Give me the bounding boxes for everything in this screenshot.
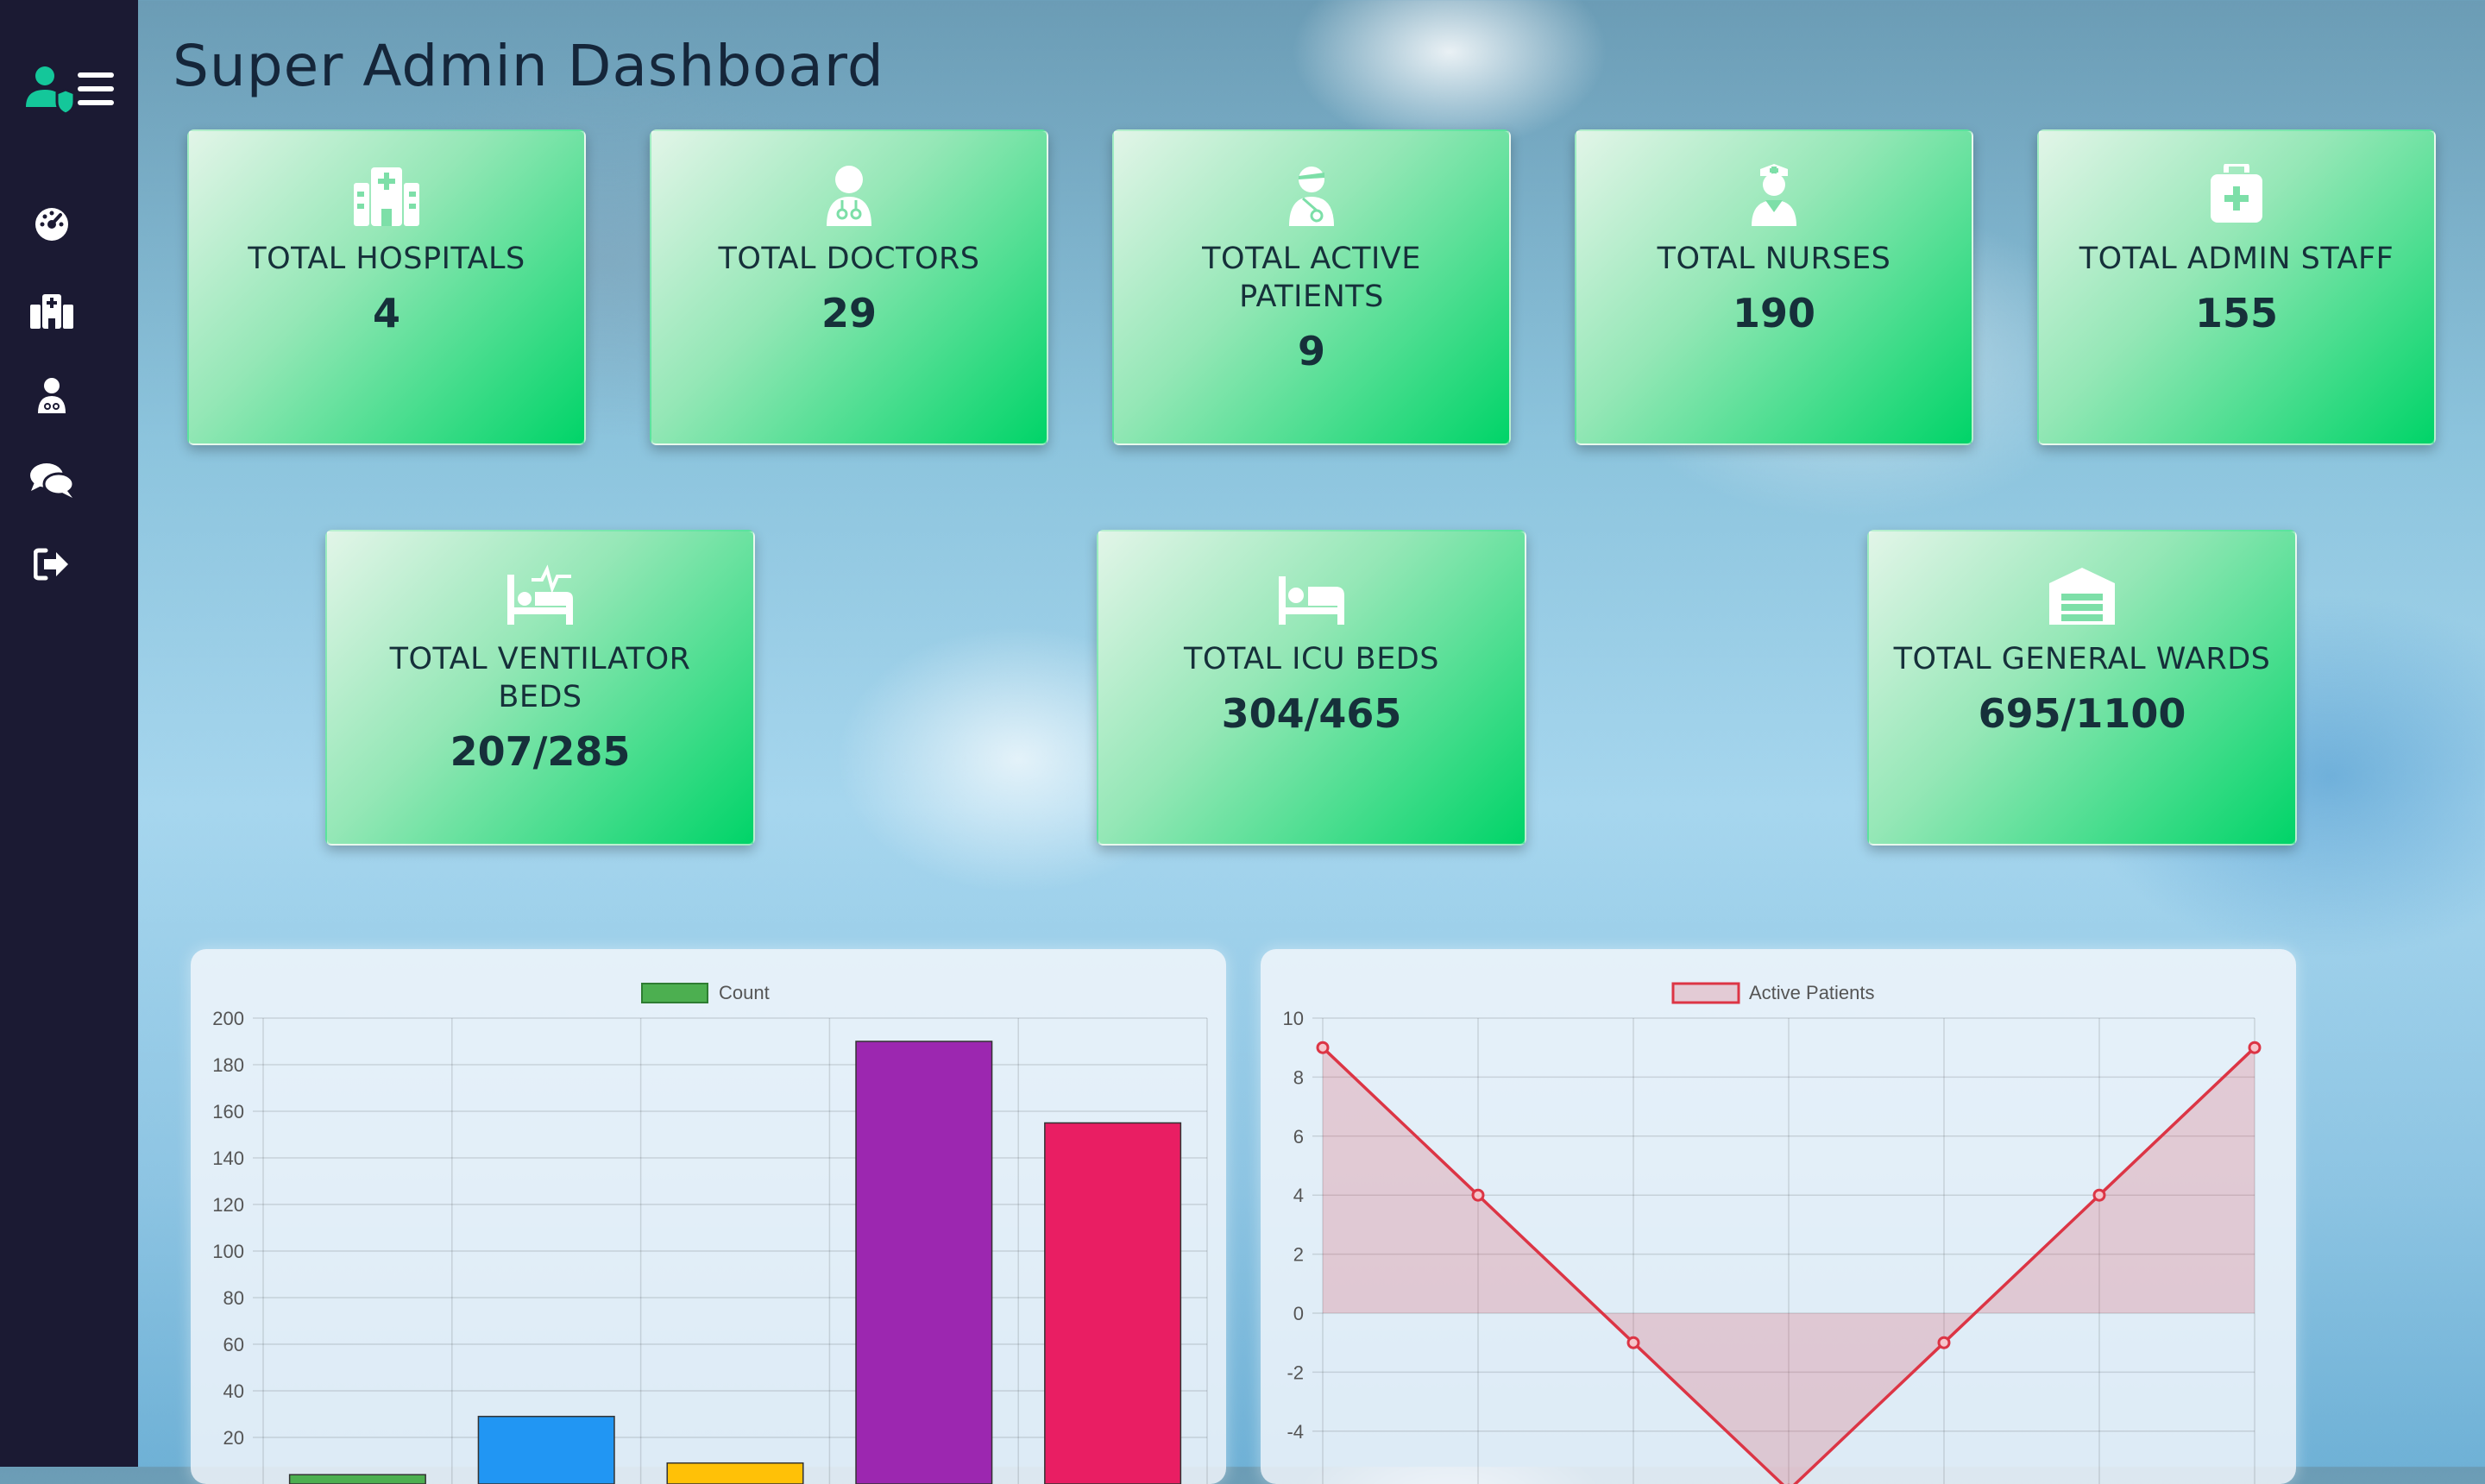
card-total-hospitals[interactable]: TOTAL HOSPITALS 4 bbox=[187, 129, 586, 445]
sidebar-item-logout[interactable] bbox=[28, 540, 76, 588]
medical-kit-icon bbox=[2202, 164, 2271, 226]
card-label: TOTAL GENERAL WARDS bbox=[1890, 640, 2274, 678]
card-total-icu-beds[interactable]: TOTAL ICU BEDS 304/465 bbox=[1097, 530, 1526, 846]
sidebar-item-chat[interactable] bbox=[28, 456, 76, 504]
card-total-general-wards[interactable]: TOTAL GENERAL WARDS 695/1100 bbox=[1867, 530, 2297, 846]
y-tick-label: 120 bbox=[212, 1194, 244, 1216]
bar bbox=[478, 1417, 614, 1484]
bar bbox=[856, 1041, 992, 1484]
card-total-doctors[interactable]: TOTAL DOCTORS 29 bbox=[650, 129, 1048, 445]
data-point bbox=[1473, 1190, 1483, 1200]
legend-swatch bbox=[1673, 984, 1739, 1003]
card-label: TOTAL ICU BEDS bbox=[1120, 640, 1504, 678]
ventilator-bed-icon bbox=[506, 564, 575, 626]
user-nurse-icon bbox=[1740, 164, 1809, 226]
y-tick-label: 180 bbox=[212, 1054, 244, 1076]
y-tick-label: 4 bbox=[1293, 1185, 1304, 1206]
y-tick-label: 100 bbox=[212, 1241, 244, 1262]
patient-icon bbox=[1277, 164, 1346, 226]
page-title: Super Admin Dashboard bbox=[173, 33, 884, 99]
y-tick-label: 200 bbox=[212, 1008, 244, 1029]
comments-icon bbox=[29, 462, 74, 498]
card-value: 304/465 bbox=[1098, 690, 1525, 737]
user-doctor-icon bbox=[36, 377, 67, 413]
data-point bbox=[1628, 1337, 1639, 1348]
card-total-active-patients[interactable]: TOTAL ACTIVE PATIENTS 9 bbox=[1112, 129, 1511, 445]
tachometer-icon bbox=[34, 206, 70, 242]
legend-label: Count bbox=[719, 982, 770, 1003]
y-tick-label: -4 bbox=[1287, 1421, 1304, 1443]
sidebar bbox=[0, 0, 138, 1467]
y-tick-label: 8 bbox=[1293, 1066, 1304, 1088]
sidebar-item-doctors[interactable] bbox=[28, 371, 76, 419]
card-total-ventilator-beds[interactable]: TOTAL VENTILATOR BEDS 207/285 bbox=[325, 530, 755, 846]
card-value: 9 bbox=[1114, 328, 1509, 374]
legend-swatch bbox=[642, 984, 708, 1003]
y-tick-label: 160 bbox=[212, 1101, 244, 1122]
card-value: 155 bbox=[2039, 290, 2434, 336]
legend-label: Active Patients bbox=[1749, 982, 1875, 1003]
card-total-nurses[interactable]: TOTAL NURSES 190 bbox=[1575, 129, 1973, 445]
y-tick-label: 2 bbox=[1293, 1244, 1304, 1266]
hospital-icon bbox=[352, 164, 421, 226]
bar bbox=[1045, 1123, 1181, 1484]
bar-chart-panel: Count 200 180 160 140 120 100 80 60 40 20 bbox=[191, 949, 1226, 1484]
card-total-admin-staff[interactable]: TOTAL ADMIN STAFF 155 bbox=[2037, 129, 2436, 445]
bar bbox=[667, 1463, 803, 1484]
data-point bbox=[1939, 1337, 1949, 1348]
data-point bbox=[1318, 1042, 1328, 1053]
user-doctor-icon bbox=[815, 164, 884, 226]
sidebar-item-dashboard[interactable] bbox=[28, 200, 76, 248]
card-value: 190 bbox=[1576, 290, 1972, 336]
y-tick-label: 6 bbox=[1293, 1126, 1304, 1148]
card-value: 207/285 bbox=[327, 728, 753, 775]
line-chart-panel: Active Patients 10 8 6 4 2 0 -2 -4 bbox=[1261, 949, 2296, 1484]
card-value: 29 bbox=[651, 290, 1047, 336]
y-tick-label: -2 bbox=[1287, 1361, 1304, 1383]
y-tick-label: 10 bbox=[1283, 1008, 1304, 1029]
card-value: 695/1100 bbox=[1869, 690, 2295, 737]
hospital-icon bbox=[30, 292, 73, 329]
y-tick-label: 80 bbox=[223, 1287, 244, 1309]
y-tick-label: 40 bbox=[223, 1380, 244, 1402]
line-chart: Active Patients 10 8 6 4 2 0 -2 -4 bbox=[1261, 949, 2296, 1484]
sidebar-item-hospitals[interactable] bbox=[28, 286, 76, 335]
card-label: TOTAL NURSES bbox=[1596, 240, 1952, 278]
data-point bbox=[2249, 1042, 2260, 1053]
user-shield-menu-icon[interactable] bbox=[22, 64, 117, 117]
sign-out-icon bbox=[34, 547, 70, 582]
card-label: TOTAL ADMIN STAFF bbox=[2059, 240, 2414, 278]
card-label: TOTAL HOSPITALS bbox=[209, 240, 564, 278]
warehouse-icon bbox=[2048, 564, 2117, 626]
y-tick-label: 140 bbox=[212, 1148, 244, 1169]
y-tick-label: 60 bbox=[223, 1334, 244, 1355]
bar-chart: Count 200 180 160 140 120 100 80 60 40 20 bbox=[191, 949, 1226, 1484]
bar bbox=[290, 1475, 426, 1484]
y-tick-label: 0 bbox=[1293, 1303, 1304, 1324]
card-value: 4 bbox=[189, 290, 584, 336]
card-label: TOTAL VENTILATOR BEDS bbox=[349, 640, 733, 716]
bed-icon bbox=[1277, 564, 1346, 626]
card-label: TOTAL ACTIVE PATIENTS bbox=[1134, 240, 1489, 316]
card-label: TOTAL DOCTORS bbox=[671, 240, 1027, 278]
data-point bbox=[2094, 1190, 2104, 1200]
y-tick-label: 20 bbox=[223, 1427, 244, 1449]
